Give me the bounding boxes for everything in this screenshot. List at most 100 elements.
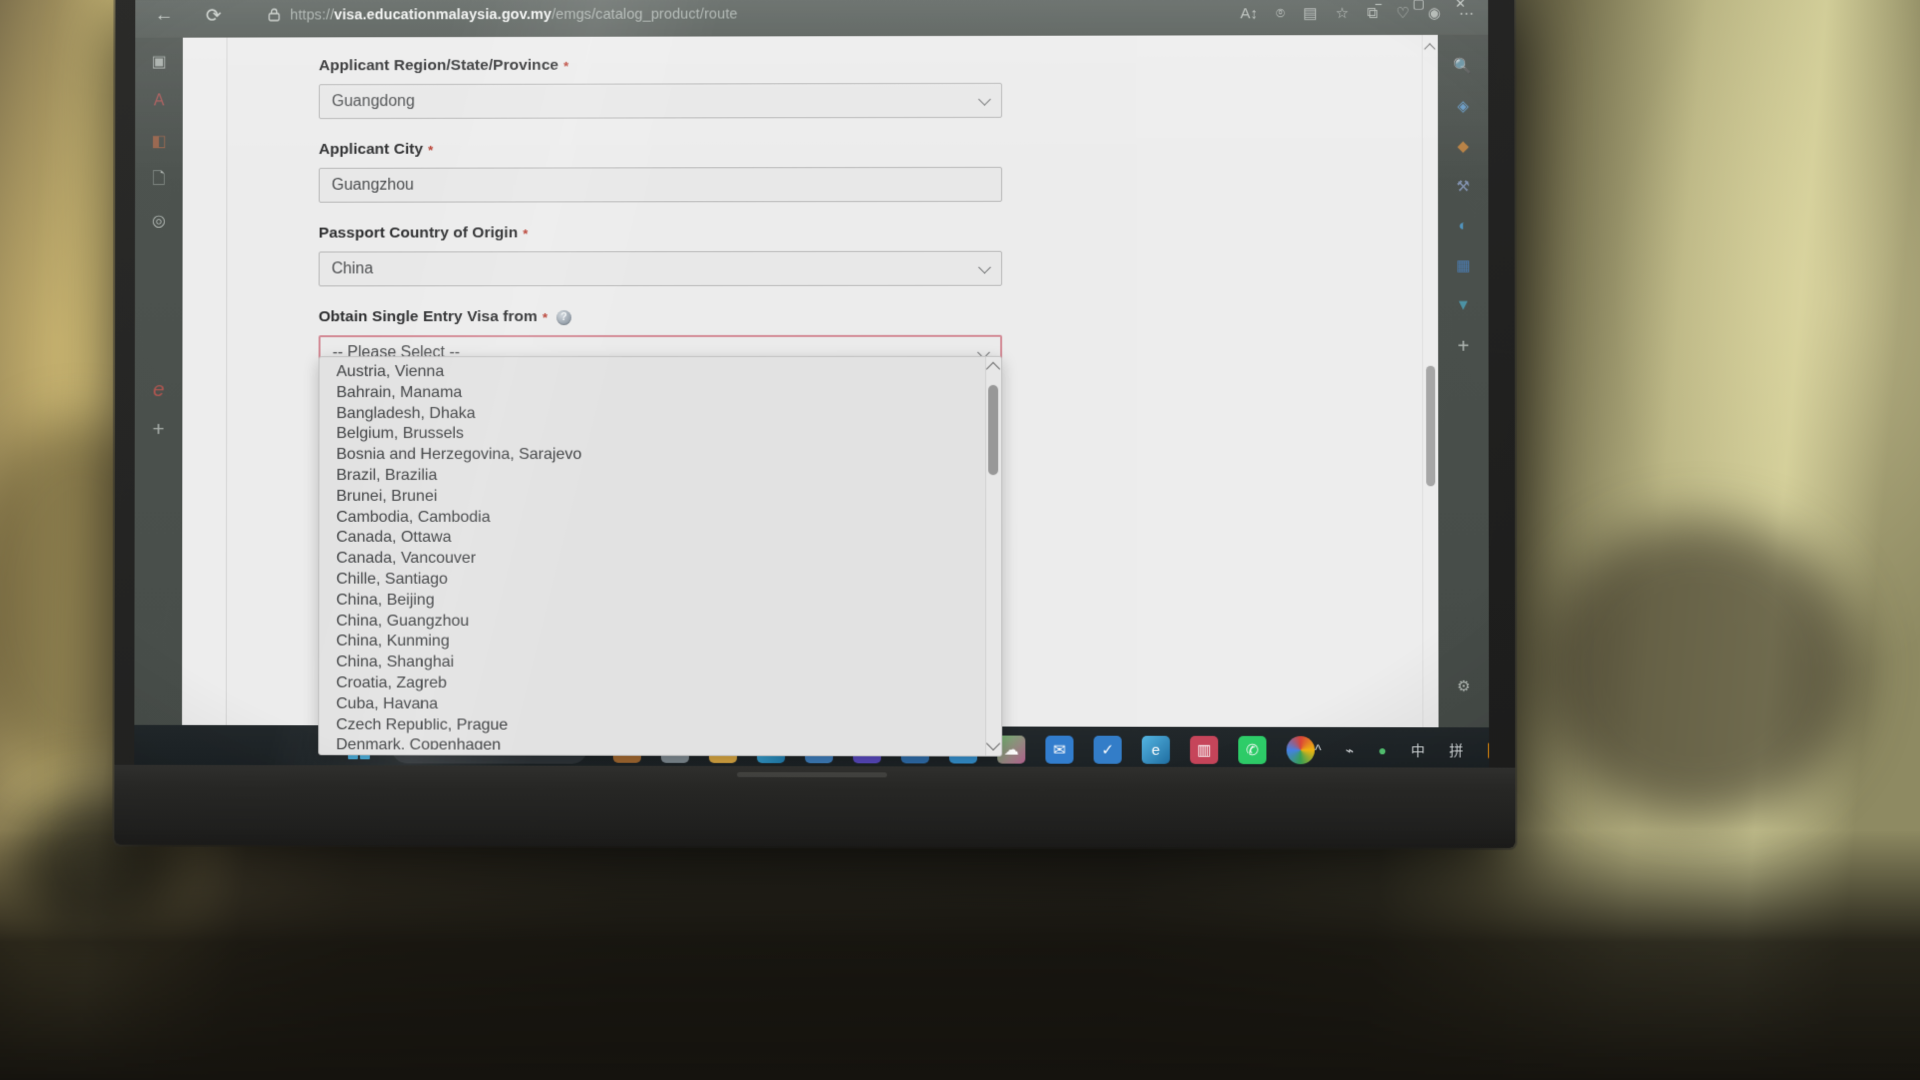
browser-right-sidebar: 🔍 ◈ ◆ ⚒ ◐ ▦ ▼ + ⚙ — [1437, 34, 1490, 774]
dropdown-option[interactable]: Bosnia and Herzegovina, Sarajevo — [319, 445, 985, 466]
text-size-icon[interactable]: A↕ — [1240, 5, 1258, 22]
applicant-region-select[interactable]: Guangdong — [318, 82, 1003, 120]
favorites-icon[interactable]: ☆ — [1335, 4, 1349, 22]
form-content: Applicant Region/State/Province * Guangd… — [225, 35, 1137, 774]
required-marker: * — [542, 309, 548, 325]
reload-icon[interactable]: ⟳ — [193, 0, 235, 33]
dropdown-option[interactable]: Canada, Ottawa — [319, 528, 985, 549]
dropdown-option[interactable]: Brunei, Brunei — [319, 487, 985, 508]
chevron-up-icon[interactable] — [986, 361, 1001, 377]
dropdown-option[interactable]: China, Kunming — [319, 632, 985, 654]
dropdown-option[interactable]: China, Beijing — [319, 590, 985, 612]
address-bar[interactable]: https://visa.educationmalaysia.gov.my/em… — [258, 0, 1240, 31]
show-hidden-icons[interactable]: ^ — [1315, 742, 1322, 758]
label-text: Applicant Region/State/Province — [318, 56, 559, 75]
room-dark-blob — [1540, 520, 1860, 820]
dropdown-option[interactable]: China, Shanghai — [319, 653, 985, 675]
copilot-icon[interactable]: ▣ — [151, 52, 166, 72]
dropdown-option[interactable]: Canada, Vancouver — [319, 549, 985, 570]
system-tray: ^ ⌁ ● 中 拼 📶 🔊 ▭ 12:49 2023/6/3 — [1315, 735, 1489, 766]
dropdown-option[interactable]: Czech Republic, Prague — [319, 715, 985, 737]
close-button[interactable]: ✕ — [1455, 0, 1466, 12]
dropdown-option[interactable]: Austria, Vienna — [319, 362, 985, 383]
dropdown-scrollbar[interactable] — [985, 356, 1002, 756]
back-icon[interactable]: ← — [143, 0, 185, 33]
read-aloud-icon[interactable]: ⌾ — [1276, 5, 1285, 22]
dropdown-option[interactable]: Brazil, Brazilia — [319, 466, 985, 487]
dropdown-scroll-thumb[interactable] — [988, 384, 999, 476]
field-label: Obtain Single Entry Visa from * ? — [319, 308, 1137, 326]
browser-toolbar: ← ⟳ https://visa.educationmalaysia.gov.m… — [135, 0, 1489, 38]
dropdown-option[interactable]: Bangladesh, Dhaka — [319, 404, 985, 425]
minimize-button[interactable]: − — [1375, 0, 1383, 11]
label-text: Applicant City — [318, 140, 424, 158]
field-label: Passport Country of Origin * — [319, 224, 1137, 243]
ime-pinyin-icon[interactable]: 拼 — [1449, 740, 1463, 760]
dropdown-option[interactable]: Belgium, Brussels — [319, 424, 985, 445]
field-applicant-city: Applicant City * Guangzhou — [318, 140, 1137, 203]
drop-icon[interactable]: ▼ — [1456, 297, 1471, 314]
applicant-city-input[interactable]: Guangzhou — [318, 166, 1003, 203]
whatsapp-icon[interactable]: ✆ — [1238, 735, 1267, 765]
add-sidebar-icon[interactable]: + — [1457, 336, 1469, 359]
wifi-icon[interactable]: 📶 — [1487, 742, 1489, 759]
visa-from-dropdown-list[interactable]: Austria, Vienna Bahrain, Manama Bangladesh… — [318, 355, 1003, 757]
help-icon[interactable]: ? — [556, 309, 572, 325]
dropdown-option[interactable]: Cuba, Havana — [319, 694, 985, 716]
url-path: /emgs/catalog_product/route — [551, 6, 738, 23]
window-controls: − ▢ ✕ — [1375, 0, 1489, 17]
target-icon[interactable]: ◎ — [152, 211, 166, 231]
field-label: Applicant City * — [319, 140, 1137, 159]
required-marker: * — [428, 142, 434, 158]
field-obtain-visa-from: Obtain Single Entry Visa from * ? -- Ple… — [318, 308, 1137, 774]
dropdown-option[interactable]: Cambodia, Cambodia — [319, 507, 985, 528]
ime-chinese-icon[interactable]: 中 — [1411, 740, 1425, 760]
url-scheme: https:// — [290, 7, 335, 24]
laptop-device: ← ⟳ https://visa.educationmalaysia.gov.m… — [114, 0, 1516, 849]
games-icon[interactable]: ◆ — [1457, 137, 1469, 155]
page-scroll-thumb[interactable] — [1426, 365, 1436, 487]
dropdown-option[interactable]: China, Guangzhou — [319, 611, 985, 633]
edge-legacy-icon[interactable]: e — [1141, 735, 1170, 764]
dropdown-options: Austria, Vienna Bahrain, Manama Bangladesh… — [319, 362, 985, 751]
dropdown-option[interactable]: Denmark, Copenhagen — [319, 736, 985, 751]
chevron-down-icon[interactable] — [986, 736, 1001, 751]
search-icon[interactable]: 🔍 — [1454, 57, 1473, 75]
required-marker: * — [563, 58, 569, 74]
tools-icon[interactable]: ⚒ — [1456, 177, 1470, 195]
required-marker: * — [522, 225, 528, 241]
immersive-reader-icon[interactable]: ▤ — [1303, 4, 1317, 22]
url-host: visa.educationmalaysia.gov.my — [334, 6, 552, 24]
scroll-up-icon[interactable] — [1424, 43, 1436, 55]
edge-logo-icon[interactable]: e — [153, 378, 165, 401]
browser-essentials-icon[interactable]: ◐ — [1459, 217, 1468, 234]
screenshot-icon[interactable]: ◧ — [151, 131, 166, 151]
page-icon[interactable]: 🗋 — [152, 171, 165, 191]
app-red-icon[interactable]: ▥ — [1189, 735, 1219, 765]
dropdown-option[interactable]: Bahrain, Manama — [319, 383, 985, 404]
todo-icon[interactable]: ✓ — [1093, 735, 1122, 764]
dropdown-option[interactable]: Croatia, Zagreb — [319, 673, 985, 695]
label-text: Passport Country of Origin — [318, 224, 518, 242]
selected-value: Guangdong — [331, 92, 415, 110]
bluetooth-icon[interactable]: ⌁ — [1345, 742, 1354, 759]
room-photo-background: ← ⟳ https://visa.educationmalaysia.gov.m… — [0, 0, 1920, 1080]
page-scrollbar[interactable] — [1421, 34, 1439, 774]
battery-saver-icon[interactable]: ● — [1378, 742, 1387, 758]
field-passport-country: Passport Country of Origin * China — [318, 224, 1137, 287]
url-text: https://visa.educationmalaysia.gov.my/em… — [290, 6, 738, 23]
sidebar-settings-icon[interactable]: ⚙ — [1457, 677, 1471, 695]
browser-left-sidebar: ▣ A ◧ 🗋 ◎ e + — [134, 37, 183, 771]
office-icon[interactable]: ▦ — [1456, 256, 1470, 274]
laptop-screen: ← ⟳ https://visa.educationmalaysia.gov.m… — [134, 0, 1490, 774]
mail-icon[interactable]: ✉ — [1045, 735, 1074, 764]
dropdown-option[interactable]: Chille, Santiago — [319, 570, 985, 591]
passport-country-select[interactable]: China — [318, 250, 1003, 287]
add-icon[interactable]: + — [152, 418, 164, 441]
shopping-icon[interactable]: ◈ — [1457, 97, 1469, 115]
selected-value: China — [331, 259, 374, 277]
chrome-icon[interactable] — [1286, 736, 1315, 765]
input-value: Guangzhou — [331, 176, 414, 194]
annotate-icon[interactable]: A — [154, 91, 165, 111]
maximize-button[interactable]: ▢ — [1412, 0, 1424, 12]
